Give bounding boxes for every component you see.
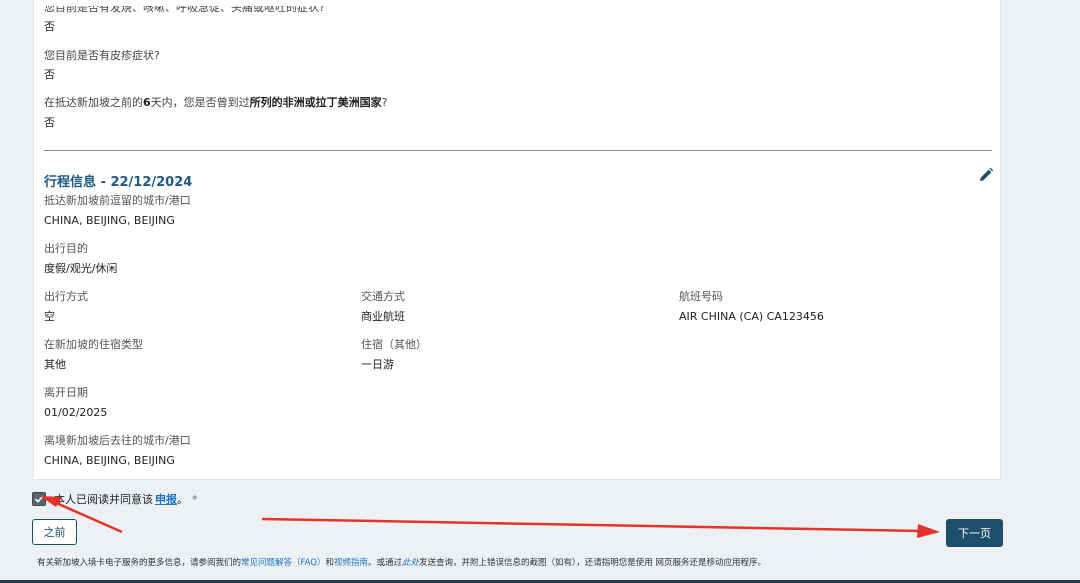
footer-text-3: 。或通过 — [368, 558, 403, 568]
transport-value: 商业航班 — [361, 310, 405, 323]
accommodation-other-value: 一日游 — [361, 358, 394, 371]
agree-checkbox[interactable] — [32, 492, 46, 506]
footer-help-text: 有关新加坡入境卡电子服务的更多信息，请参阅我们的常见问题解答（FAQ）和视频指南… — [37, 556, 766, 568]
faq-link[interactable]: 常见问题解答（FAQ） — [241, 558, 325, 568]
health-question-symptoms: 您目前是否有发烧、咳嗽、呼吸急促、头痛或呕吐的症状? — [44, 1, 325, 14]
required-asterisk: * — [192, 492, 198, 506]
checkmark-icon — [34, 495, 44, 503]
arrow-to-next — [261, 517, 923, 533]
travel-mode-value: 空 — [44, 310, 55, 323]
footer-text-4: 发送查询，并附上错误信息的截图（如有），还请指明您是使用 网页服务还是移动应用程… — [419, 558, 767, 568]
next-city-value: CHINA, BEIJING, BEIJING — [44, 454, 175, 467]
agree-period: 。 — [177, 493, 188, 506]
transport-label: 交通方式 — [361, 290, 405, 303]
accommodation-type-value: 其他 — [44, 358, 66, 371]
health-answer-rash: 否 — [44, 68, 55, 81]
purpose-value: 度假/观光/休闲 — [44, 262, 118, 275]
last-city-label: 抵达新加坡前逗留的城市/港口 — [44, 194, 191, 207]
q3-days: 6 — [143, 96, 151, 109]
arrowhead-next-icon — [917, 524, 940, 538]
next-page-button[interactable]: 下一页 — [946, 519, 1003, 547]
accommodation-other-label: 住宿（其他） — [361, 338, 427, 351]
footer-text-2: 和 — [325, 558, 334, 568]
previous-button[interactable]: 之前 — [32, 519, 77, 545]
footer-text-1: 有关新加坡入境卡电子服务的更多信息，请参阅我们的 — [37, 558, 242, 568]
health-answer-symptoms: 否 — [44, 20, 55, 33]
health-answer-travel: 否 — [44, 116, 55, 129]
q3-countries: 所列的非洲或拉丁美洲国家 — [249, 96, 382, 109]
departure-date-label: 离开日期 — [44, 386, 88, 399]
declaration-link[interactable]: 申报 — [155, 491, 177, 507]
q3-pre: 在抵达新加坡之前的 — [44, 96, 143, 109]
health-question-rash: 您目前是否有皮疹症状? — [44, 49, 160, 62]
edit-pencil-icon[interactable] — [978, 167, 994, 183]
declaration-card: 您目前是否有发烧、咳嗽、呼吸急促、头痛或呕吐的症状? 否 您目前是否有皮疹症状?… — [33, 0, 1001, 480]
purpose-label: 出行目的 — [44, 242, 88, 255]
q3-mid: 天内，您是否曾到过 — [150, 96, 250, 109]
section-divider — [44, 150, 992, 151]
agree-text: 本人已阅读并同意该 — [54, 493, 153, 506]
accommodation-type-label: 在新加坡的住宿类型 — [44, 338, 143, 351]
flight-number-value: AIR CHINA (CA) CA123456 — [679, 310, 824, 323]
departure-date-value: 01/02/2025 — [44, 406, 108, 419]
travel-mode-label: 出行方式 — [44, 290, 88, 303]
trip-section-title: 行程信息 - 22/12/2024 — [44, 175, 193, 190]
enquiry-here-link[interactable]: 此处 — [402, 558, 419, 568]
health-question-travel: 在抵达新加坡之前的6天内，您是否曾到过所列的非洲或拉丁美洲国家? — [44, 96, 388, 110]
next-city-label: 离境新加坡后去往的城市/港口 — [44, 434, 191, 447]
video-guide-link[interactable]: 视频指南 — [334, 558, 368, 568]
flight-number-label: 航班号码 — [679, 290, 723, 303]
last-city-value: CHINA, BEIJING, BEIJING — [44, 214, 175, 227]
agree-row: 本人已阅读并同意该 申报 。 * — [32, 491, 198, 507]
q3-post: ? — [381, 96, 388, 109]
